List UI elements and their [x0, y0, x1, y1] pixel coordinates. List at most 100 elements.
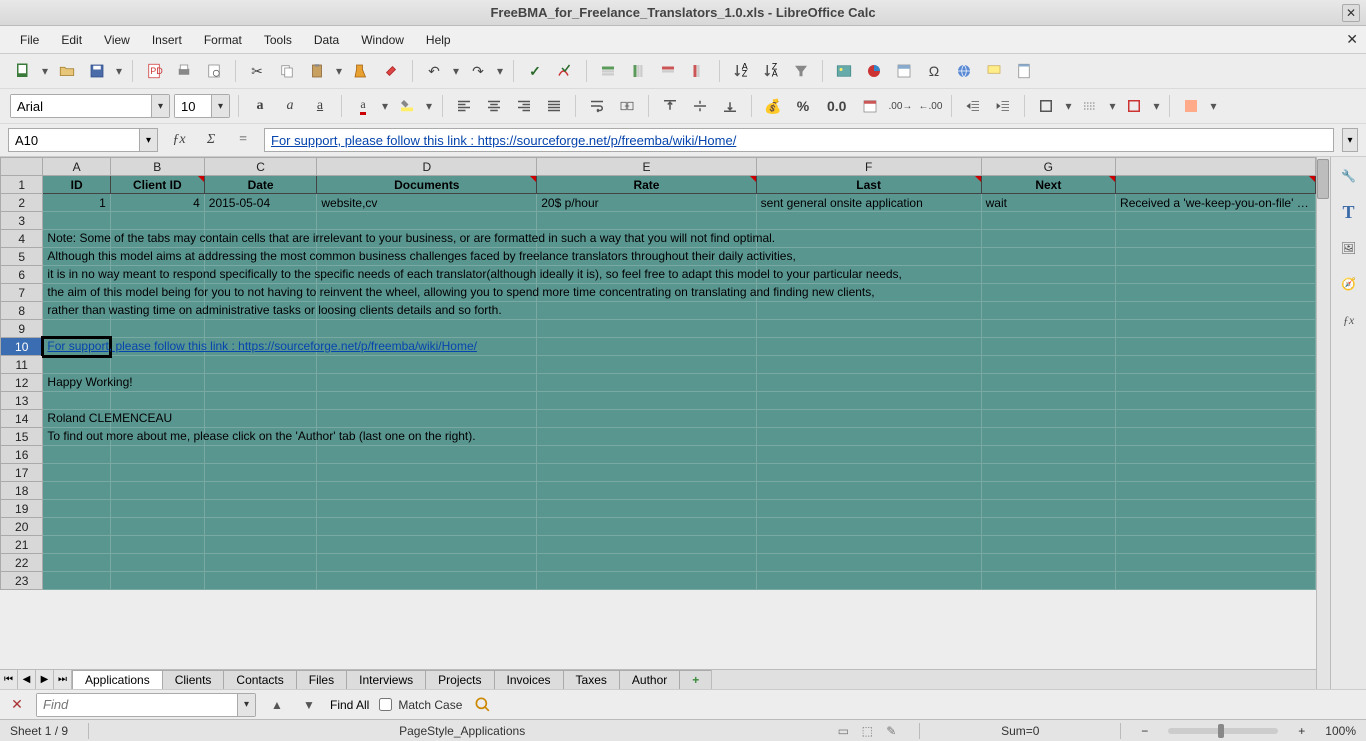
column-header[interactable]: F: [756, 158, 981, 176]
cell[interactable]: [110, 302, 204, 320]
cell[interactable]: [756, 230, 981, 248]
row-header[interactable]: 15: [1, 428, 43, 446]
cell[interactable]: [756, 248, 981, 266]
find-replace-icon[interactable]: [472, 694, 494, 716]
cell[interactable]: [1116, 572, 1316, 590]
cell[interactable]: [756, 302, 981, 320]
cell[interactable]: [981, 464, 1115, 482]
equals-icon[interactable]: =: [230, 127, 256, 153]
header-cell[interactable]: Date: [204, 176, 317, 194]
find-all-label[interactable]: Find All: [330, 698, 369, 712]
sheet-tab[interactable]: Files: [296, 670, 347, 689]
delete-row-icon[interactable]: [655, 58, 681, 84]
menu-file[interactable]: File: [10, 29, 49, 51]
cell[interactable]: [43, 464, 110, 482]
highlight-icon[interactable]: [394, 93, 420, 119]
valign-top-icon[interactable]: [657, 93, 683, 119]
menu-tools[interactable]: Tools: [254, 29, 302, 51]
cell[interactable]: [204, 572, 317, 590]
cell[interactable]: [317, 482, 537, 500]
menu-window[interactable]: Window: [351, 29, 414, 51]
row-header[interactable]: 12: [1, 374, 43, 392]
cell[interactable]: [981, 518, 1115, 536]
column-header[interactable]: A: [43, 158, 110, 176]
italic-icon[interactable]: a: [277, 93, 303, 119]
row-header[interactable]: 13: [1, 392, 43, 410]
cell[interactable]: [204, 554, 317, 572]
cell[interactable]: Note: Some of the tabs may contain cells…: [43, 230, 110, 248]
cell[interactable]: [317, 464, 537, 482]
cell[interactable]: [756, 536, 981, 554]
cell[interactable]: [204, 212, 317, 230]
cell[interactable]: [981, 500, 1115, 518]
cell[interactable]: [110, 356, 204, 374]
cell[interactable]: [43, 482, 110, 500]
cell[interactable]: [204, 302, 317, 320]
cell[interactable]: Roland CLEMENCEAU: [43, 410, 110, 428]
headers-footers-icon[interactable]: [1011, 58, 1037, 84]
column-header[interactable]: B: [110, 158, 204, 176]
name-box[interactable]: ▾: [8, 128, 158, 152]
row-header[interactable]: 4: [1, 230, 43, 248]
undo-icon[interactable]: ↶: [421, 58, 447, 84]
tab-nav-last[interactable]: ⏭: [54, 670, 72, 689]
save-dropdown[interactable]: ▾: [114, 64, 124, 78]
conditional-format-dropdown[interactable]: ▾: [1208, 99, 1218, 113]
row-header[interactable]: 19: [1, 500, 43, 518]
conditional-format-icon[interactable]: [1178, 93, 1204, 119]
cell[interactable]: [43, 212, 110, 230]
paste-icon[interactable]: [304, 58, 330, 84]
font-color-dropdown[interactable]: ▾: [380, 99, 390, 113]
cell[interactable]: [756, 410, 981, 428]
cell[interactable]: [1116, 482, 1316, 500]
sheet-tab[interactable]: Applications: [72, 670, 163, 689]
cell[interactable]: [1116, 518, 1316, 536]
cut-icon[interactable]: ✂: [244, 58, 270, 84]
comment-indicator-icon[interactable]: [750, 176, 756, 182]
zoom-value[interactable]: 100%: [1325, 724, 1356, 738]
align-center-icon[interactable]: [481, 93, 507, 119]
clone-format-icon[interactable]: [348, 58, 374, 84]
cell[interactable]: [756, 284, 981, 302]
status-insert-mode-icon[interactable]: ▭: [835, 723, 851, 739]
sidebar-navigator-icon[interactable]: 🧭: [1336, 271, 1362, 297]
menu-edit[interactable]: Edit: [51, 29, 92, 51]
add-sheet-button[interactable]: +: [679, 670, 712, 689]
font-color-icon[interactable]: a: [350, 93, 376, 119]
cell[interactable]: website,cv: [317, 194, 537, 212]
cell[interactable]: [981, 320, 1115, 338]
cell[interactable]: [43, 392, 110, 410]
paste-dropdown[interactable]: ▾: [334, 64, 344, 78]
cell[interactable]: [317, 212, 537, 230]
status-sum[interactable]: Sum=0: [940, 724, 1100, 738]
border-color-dropdown[interactable]: ▾: [1151, 99, 1161, 113]
row-header[interactable]: 20: [1, 518, 43, 536]
cell[interactable]: [756, 356, 981, 374]
cell[interactable]: [537, 392, 756, 410]
insert-col-icon[interactable]: [625, 58, 651, 84]
print-icon[interactable]: [171, 58, 197, 84]
cell[interactable]: [317, 536, 537, 554]
cell[interactable]: [756, 338, 981, 356]
insert-chart-icon[interactable]: [861, 58, 887, 84]
cell[interactable]: [537, 428, 756, 446]
cell[interactable]: [981, 356, 1115, 374]
cell[interactable]: [756, 446, 981, 464]
cell[interactable]: [204, 320, 317, 338]
cell[interactable]: [110, 536, 204, 554]
cell[interactable]: [204, 248, 317, 266]
increase-indent-icon[interactable]: [960, 93, 986, 119]
cell[interactable]: [537, 464, 756, 482]
cell[interactable]: [110, 338, 204, 356]
font-name-dropdown[interactable]: ▾: [151, 95, 169, 117]
font-name-input[interactable]: [11, 95, 151, 117]
font-name-combo[interactable]: ▾: [10, 94, 170, 118]
auto-spellcheck-icon[interactable]: [552, 58, 578, 84]
decrease-indent-icon[interactable]: [990, 93, 1016, 119]
cell[interactable]: [537, 266, 756, 284]
font-size-combo[interactable]: ▾: [174, 94, 230, 118]
sort-desc-icon[interactable]: ZA: [758, 58, 784, 84]
cell[interactable]: [204, 518, 317, 536]
new-doc-icon[interactable]: [10, 58, 36, 84]
cell[interactable]: [43, 554, 110, 572]
